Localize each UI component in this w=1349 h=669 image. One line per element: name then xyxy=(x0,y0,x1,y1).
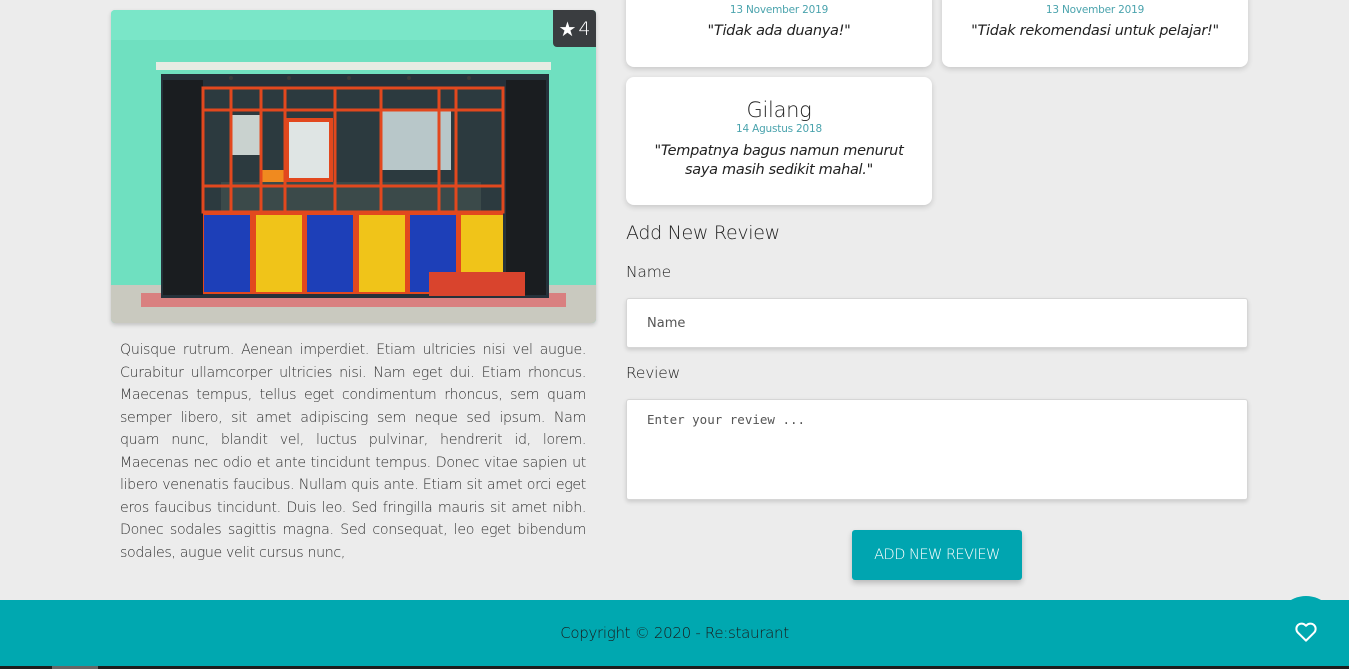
add-review-button[interactable]: ADD NEW REVIEW xyxy=(852,530,1022,580)
restaurant-description: Quisque rutrum. Aenean imperdiet. Etiam … xyxy=(120,342,586,561)
form-title: Add New Review xyxy=(626,222,780,244)
rating-badge: ★ 4 xyxy=(553,10,596,47)
review-text: "Tidak rekomendasi untuk pelajar!" xyxy=(971,23,1219,39)
name-label: Name xyxy=(626,263,671,281)
rating-value: 4 xyxy=(578,17,591,40)
reviewer-name: Gilang xyxy=(746,98,812,122)
review-card: Gilang 14 Agustus 2018 "Tempatnya bagus … xyxy=(626,77,932,205)
review-label: Review xyxy=(626,364,681,382)
review-date: 13 November 2019 xyxy=(729,4,829,16)
name-input[interactable] xyxy=(626,298,1248,348)
review-card: 13 November 2019 "Tidak rekomendasi untu… xyxy=(942,0,1248,67)
favorite-button[interactable] xyxy=(1276,596,1336,656)
heart-outline-icon xyxy=(1295,622,1317,642)
review-textarea[interactable] xyxy=(626,399,1248,500)
footer: Copyright © 2020 - Re:staurant xyxy=(0,596,1349,669)
review-text: "Tempatnya bagus namun menurut saya masi… xyxy=(654,143,904,178)
review-card: 13 November 2019 "Tidak ada duanya!" xyxy=(626,0,932,67)
restaurant-image: ★ 4 xyxy=(111,10,596,323)
copyright-text: Copyright © 2020 - Re:staurant xyxy=(560,624,789,642)
review-text: "Tidak ada duanya!" xyxy=(707,23,851,39)
star-icon: ★ xyxy=(558,16,577,41)
restaurant-photo xyxy=(111,10,596,323)
review-date: 13 November 2019 xyxy=(1045,4,1145,16)
review-date: 14 Agustus 2018 xyxy=(736,123,822,135)
